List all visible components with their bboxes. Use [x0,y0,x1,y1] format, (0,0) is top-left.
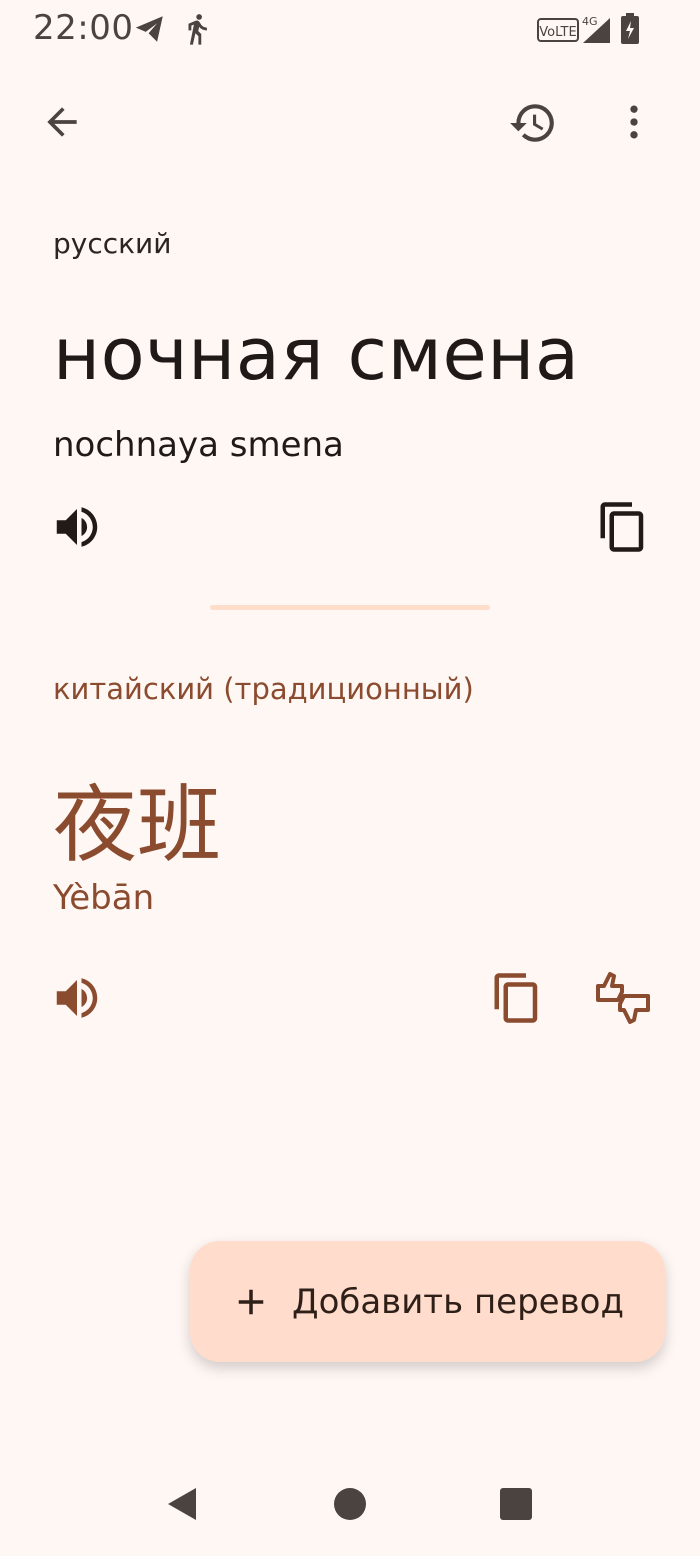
source-transliteration: nochnaya smena [53,425,344,465]
copy-icon [494,973,538,1023]
thumbs-up-down-icon [596,972,650,1024]
section-divider [210,605,490,610]
more-vert-icon [630,105,638,139]
target-language-label: китайский (традиционный) [53,672,474,706]
source-speak-button[interactable] [50,500,104,554]
volume-up-icon [56,507,98,547]
nav-recents-icon [500,1488,532,1520]
add-translation-label: Добавить перевод [292,1281,624,1322]
status-time: 22:00 [33,8,134,48]
back-button[interactable] [40,100,84,144]
nav-home-icon [334,1488,366,1520]
nav-recents-button[interactable] [499,1487,533,1521]
battery-charging-icon [620,13,640,45]
target-text: 夜班 [53,776,222,874]
rate-translation-button[interactable] [594,970,652,1026]
source-language-label: русский [53,227,172,260]
target-copy-button[interactable] [490,971,544,1025]
add-translation-button[interactable]: Добавить перевод [190,1241,665,1362]
volte-icon: VoLTE [537,17,579,43]
nav-back-button[interactable] [162,1484,202,1524]
history-icon [510,104,554,142]
arrow-back-icon [47,107,77,137]
copy-icon [600,502,644,552]
source-text: ночная смена [53,312,580,396]
plus-icon [230,1281,272,1323]
nav-back-icon [168,1488,196,1520]
telegram-icon [132,12,168,46]
more-options-button[interactable] [612,100,656,144]
walking-icon [180,10,214,48]
signal-4g-icon: 4G [578,14,612,44]
target-transliteration: Yèbān [53,878,155,918]
source-copy-button[interactable] [596,500,650,554]
nav-home-button[interactable] [332,1486,368,1522]
network-type-text: 4G [582,15,598,28]
target-speak-button[interactable] [50,971,104,1025]
volume-up-icon [56,978,98,1018]
system-navigation-bar [0,1460,700,1556]
history-button[interactable] [508,98,558,148]
volte-badge-text: VoLTE [539,25,576,40]
